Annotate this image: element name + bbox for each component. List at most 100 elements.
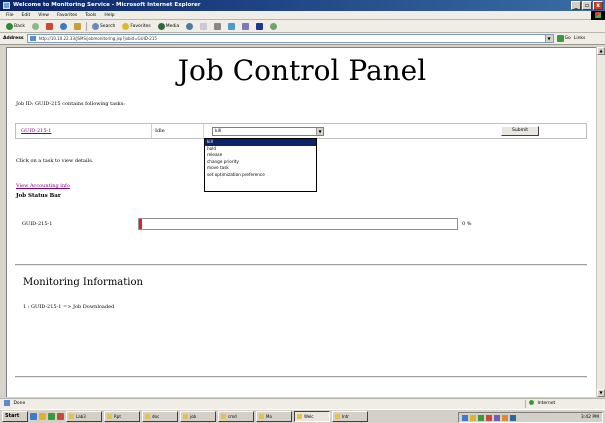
tray-update-icon[interactable]: [478, 414, 484, 421]
globe-icon: [529, 400, 534, 405]
media-button[interactable]: Media: [156, 22, 182, 31]
monitoring-heading: Monitoring Information: [23, 277, 143, 288]
history-button[interactable]: [184, 22, 195, 31]
menu-view[interactable]: View: [38, 11, 49, 19]
messenger-icon: [256, 22, 264, 30]
click-hint-text: Click on a task to view details.: [16, 158, 94, 164]
forward-button[interactable]: [30, 22, 41, 31]
status-text: Done: [13, 401, 26, 406]
quick-launch-app-icon[interactable]: [57, 413, 64, 420]
option-set-optimization-preference[interactable]: set optimization preference: [205, 172, 316, 179]
go-button[interactable]: Go: [556, 35, 571, 42]
address-url: http://10.10.22.33/JSMS/jobmonitoring.js…: [38, 36, 157, 41]
task-action-select[interactable]: kill ▼: [212, 127, 324, 136]
taskbar-button[interactable]: cmd: [218, 411, 254, 422]
tray-volume-icon[interactable]: [502, 414, 508, 421]
refresh-button[interactable]: [58, 22, 69, 31]
home-button[interactable]: [72, 22, 83, 31]
menu-tools[interactable]: Tools: [85, 11, 96, 19]
mail-button[interactable]: [198, 22, 209, 31]
mail-icon: [200, 22, 208, 30]
browser-window: Welcome to Monitoring Service - Microsof…: [0, 0, 605, 423]
quick-launch-media-icon[interactable]: [48, 413, 55, 420]
divider: [15, 376, 587, 378]
tray-alert-icon[interactable]: [486, 414, 492, 421]
messenger-button[interactable]: [254, 22, 265, 31]
status-bar: Done Internet: [0, 398, 605, 409]
address-label: Address: [3, 36, 24, 41]
minimize-button[interactable]: _: [571, 1, 581, 10]
tray-app-icon[interactable]: [494, 414, 500, 421]
page-title: Job Control Panel: [177, 54, 427, 87]
taskbar: Start Lab3 Rpt doc job cmd Mo Welc Intr …: [0, 409, 605, 423]
task-status-cell: Idle: [152, 124, 204, 138]
print-button[interactable]: [212, 22, 223, 31]
taskbar-button[interactable]: Mo: [256, 411, 292, 422]
tray-network-icon[interactable]: [462, 414, 468, 421]
scroll-up-icon[interactable]: ▲: [597, 47, 605, 55]
tray-messenger-icon[interactable]: [510, 414, 516, 421]
search-button[interactable]: Search: [90, 22, 117, 31]
job-intro-text: Job ID: GUID-215 contains following task…: [16, 101, 125, 107]
chevron-down-icon[interactable]: ▼: [316, 128, 323, 135]
discuss-button[interactable]: [240, 22, 251, 31]
task-name-cell: GUID-215-1: [16, 124, 152, 138]
tray-security-icon[interactable]: [470, 414, 476, 421]
system-tray: 3:42 PM: [458, 412, 603, 423]
taskbar-button[interactable]: doc: [142, 411, 178, 422]
monitoring-entry: 1 : GUID-215-1 => Job Downloaded: [23, 304, 115, 310]
menu-edit[interactable]: Edit: [22, 11, 31, 19]
favorites-label: Favorites: [130, 23, 151, 29]
zone-label: Internet: [537, 401, 556, 406]
menu-file[interactable]: File: [6, 11, 14, 19]
printer-icon: [214, 22, 222, 30]
view-accounting-link[interactable]: View Accounting info: [16, 183, 70, 189]
menu-help[interactable]: Help: [104, 11, 114, 19]
edit-page-icon: [228, 22, 236, 30]
quick-launch-desktop-icon[interactable]: [39, 413, 46, 420]
submit-button[interactable]: Submit: [501, 126, 539, 136]
edit-button[interactable]: [226, 22, 237, 31]
clock: 3:42 PM: [580, 415, 599, 420]
menu-bar: File Edit View Favorites Tools Help: [0, 11, 605, 20]
taskbar-button[interactable]: Rpt: [104, 411, 140, 422]
taskbar-button[interactable]: job: [180, 411, 216, 422]
task-link[interactable]: GUID-215-1: [16, 128, 51, 134]
links-button[interactable]: Links: [574, 36, 586, 41]
vertical-scrollbar[interactable]: ▲ ▼: [596, 47, 605, 397]
page-content: Job Control Panel Job ID: GUID-215 conta…: [6, 47, 596, 397]
research-button[interactable]: [268, 22, 279, 31]
back-label: Back: [14, 23, 25, 29]
taskbar-button[interactable]: Intr: [332, 411, 368, 422]
divider: [15, 264, 587, 266]
search-label: Search: [99, 23, 116, 29]
home-icon: [73, 22, 81, 30]
go-label: Go: [564, 36, 571, 41]
restore-button[interactable]: ▫: [582, 1, 592, 10]
back-arrow-icon: [6, 22, 13, 30]
progress-bar-fill: [139, 219, 142, 229]
star-icon: [122, 22, 130, 30]
forward-arrow-icon: [31, 22, 39, 30]
address-dropdown-button[interactable]: ▼: [544, 35, 553, 42]
menu-favorites[interactable]: Favorites: [57, 11, 77, 19]
progress-row: GUID-215-1 0 %: [15, 217, 587, 233]
back-button[interactable]: Back: [4, 22, 27, 31]
stop-button[interactable]: [44, 22, 55, 31]
search-icon: [91, 22, 99, 30]
title-bar: Welcome to Monitoring Service - Microsof…: [0, 0, 605, 11]
toolbar: Back Search Favorites Media: [0, 20, 605, 33]
taskbar-button[interactable]: Lab3: [66, 411, 102, 422]
close-button[interactable]: x: [593, 1, 603, 10]
stop-icon: [45, 22, 53, 30]
address-field[interactable]: http://10.10.22.33/JSMS/jobmonitoring.js…: [26, 34, 554, 43]
ie-icon: [3, 2, 10, 9]
quick-launch-ie-icon[interactable]: [30, 413, 37, 420]
favorites-button[interactable]: Favorites: [120, 22, 152, 31]
media-label: Media: [165, 23, 180, 29]
task-status: Idle: [155, 128, 165, 134]
taskbar-button-active[interactable]: Welc: [294, 411, 330, 422]
security-zone: Internet: [525, 400, 595, 408]
scroll-down-icon[interactable]: ▼: [597, 389, 605, 397]
start-button[interactable]: Start: [2, 411, 28, 422]
